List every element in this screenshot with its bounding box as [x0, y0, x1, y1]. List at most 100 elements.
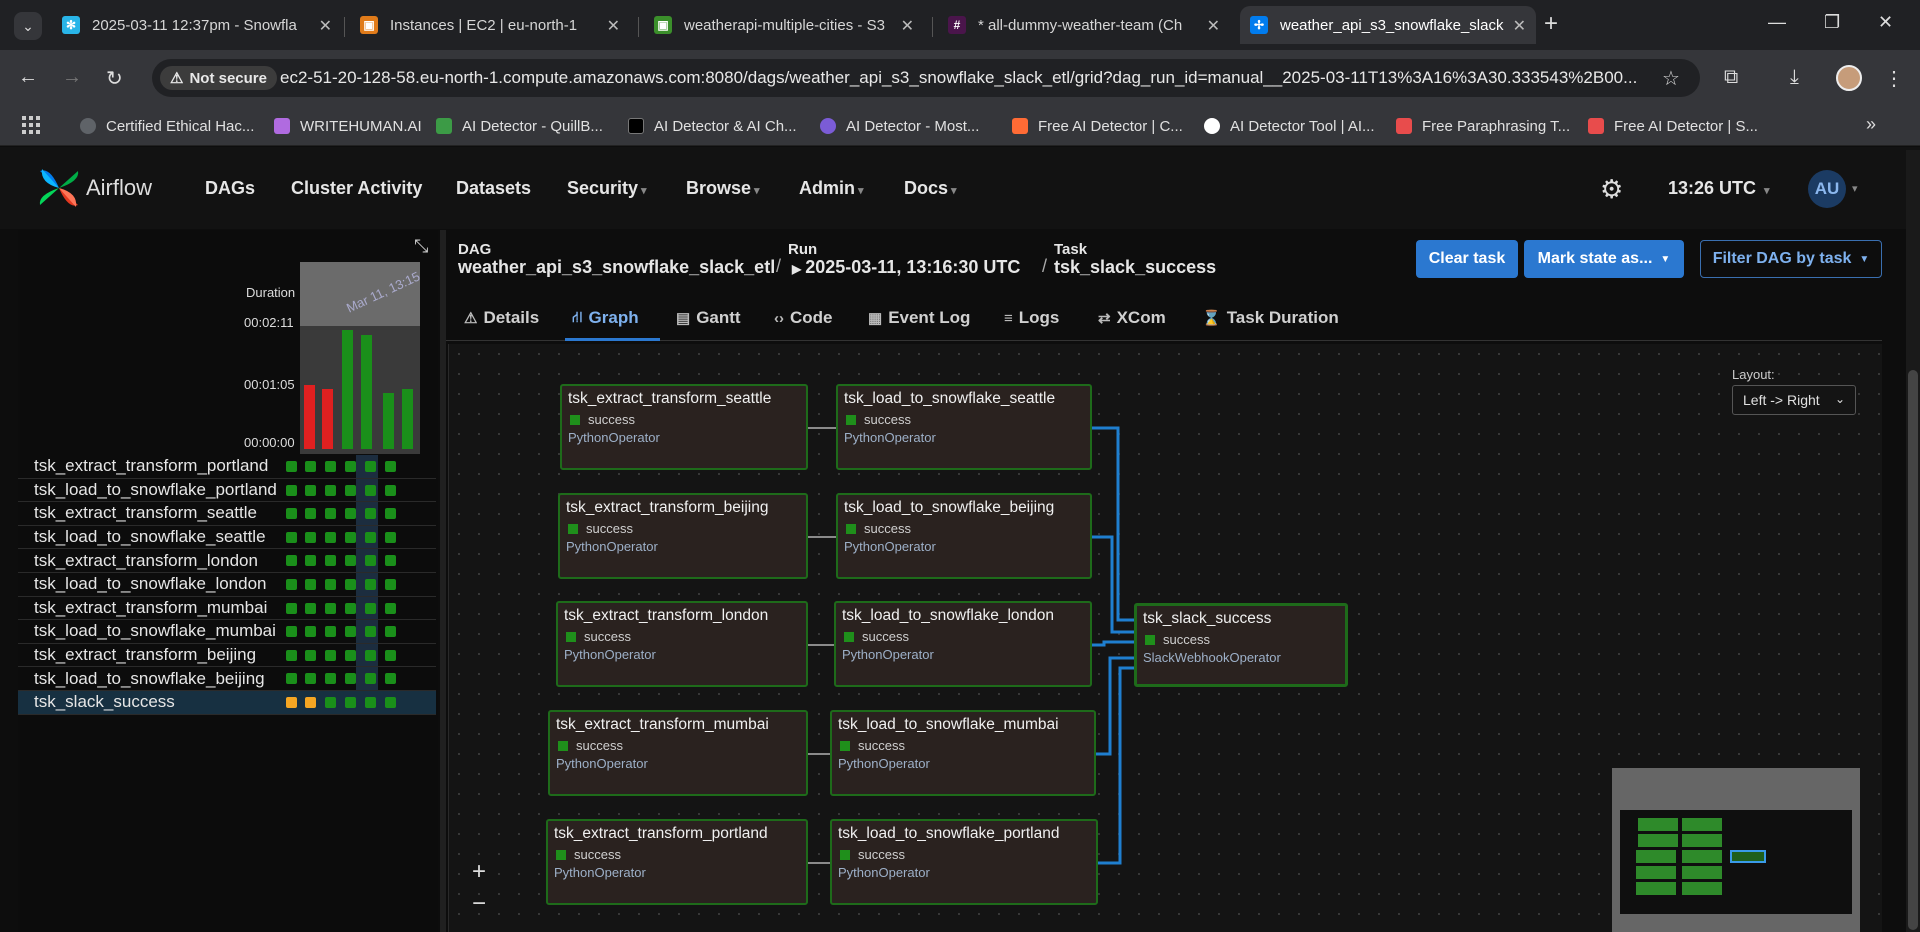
graph-node[interactable]: tsk_load_to_snowflake_mumbai success Pytho… — [830, 710, 1096, 796]
gear-icon[interactable]: ⚙ — [1600, 174, 1623, 205]
browser-menu-icon[interactable]: ⋮ — [1884, 66, 1904, 91]
task-instance-square[interactable] — [286, 484, 297, 496]
task-instance-square[interactable] — [365, 531, 376, 543]
task-instance-square[interactable] — [325, 696, 336, 708]
duration-bar[interactable] — [304, 385, 315, 449]
download-icon[interactable]: ⤓ — [1790, 66, 1799, 89]
bookmark-item[interactable]: AI Detector & AI Ch... — [628, 116, 797, 136]
task-link[interactable]: tsk_slack_success — [1054, 257, 1216, 278]
layout-select[interactable]: Left -> Right ⌄ — [1732, 385, 1856, 415]
browser-tab-airflow[interactable]: ✢ weather_api_s3_snowflake_slack ✕ — [1240, 6, 1536, 44]
task-instance-square[interactable] — [286, 649, 297, 661]
task-instance-square[interactable] — [385, 461, 396, 472]
more-bookmarks-icon[interactable]: » — [1866, 114, 1876, 135]
graph-node[interactable]: tsk_load_to_snowflake_portland success Pyt… — [830, 819, 1098, 905]
clear-task-button[interactable]: Clear task — [1416, 240, 1518, 278]
forward-icon[interactable]: → — [62, 66, 82, 89]
task-instance-square[interactable] — [365, 555, 376, 567]
task-instance-square[interactable] — [385, 531, 396, 543]
task-instance-square[interactable] — [325, 484, 336, 496]
browser-tab-snowflake[interactable]: ✻ 2025-03-11 12:37pm - Snowfla ✕ — [52, 6, 342, 44]
task-instance-square[interactable] — [385, 696, 396, 708]
duration-bar[interactable] — [322, 389, 333, 449]
task-instance-square[interactable] — [365, 508, 376, 520]
not-secure-badge[interactable]: ⚠ Not secure — [160, 66, 277, 90]
duration-bar[interactable] — [383, 393, 394, 449]
task-row[interactable]: tsk_load_to_snowflake_mumbai — [18, 620, 436, 644]
close-tab-icon[interactable]: ✕ — [607, 16, 620, 36]
task-instance-square[interactable] — [305, 484, 316, 496]
duration-bar[interactable] — [361, 335, 372, 449]
task-instance-square[interactable] — [325, 461, 336, 472]
task-instance-square[interactable] — [305, 578, 316, 590]
timezone-clock[interactable]: 13:26 UTC ▾ — [1668, 178, 1770, 199]
task-instance-square[interactable] — [305, 649, 316, 661]
task-instance-square[interactable] — [365, 696, 376, 708]
task-instance-square[interactable] — [286, 602, 297, 614]
bookmark-item[interactable]: Free AI Detector | S... — [1588, 116, 1758, 136]
graph-node[interactable]: tsk_load_to_snowflake_beijing success Pyth… — [836, 493, 1092, 579]
task-instance-square[interactable] — [365, 461, 376, 472]
task-row[interactable]: tsk_load_to_snowflake_beijing — [18, 667, 436, 691]
tab-search-icon[interactable]: ⌄ — [14, 12, 42, 40]
task-instance-square[interactable] — [345, 626, 356, 638]
task-instance-square[interactable] — [325, 578, 336, 590]
bookmark-item[interactable]: WRITEHUMAN.AI — [274, 116, 422, 136]
task-instance-square[interactable] — [325, 531, 336, 543]
task-instance-square[interactable] — [365, 649, 376, 661]
filter-dag-button[interactable]: Filter DAG by task ▼ — [1700, 240, 1882, 278]
task-instance-square[interactable] — [385, 649, 396, 661]
tab-event-log[interactable]: ▦ Event Log — [868, 308, 970, 328]
nav-security[interactable]: Security ▾ — [567, 178, 647, 199]
task-row[interactable]: tsk_load_to_snowflake_portland — [18, 479, 436, 503]
close-tab-icon[interactable]: ✕ — [319, 16, 332, 36]
task-row[interactable]: tsk_extract_transform_seattle — [18, 502, 436, 526]
task-instance-square[interactable] — [345, 649, 356, 661]
task-instance-square[interactable] — [345, 578, 356, 590]
scrollbar-thumb[interactable] — [1908, 370, 1918, 930]
close-window-icon[interactable]: ✕ — [1878, 12, 1893, 33]
task-instance-square[interactable] — [385, 508, 396, 520]
bookmark-item[interactable]: AI Detector - Most... — [820, 116, 979, 136]
task-instance-square[interactable] — [286, 555, 297, 567]
task-instance-square[interactable] — [325, 673, 336, 685]
task-instance-square[interactable] — [345, 555, 356, 567]
close-tab-icon[interactable]: ✕ — [901, 16, 914, 36]
reload-icon[interactable]: ↻ — [106, 66, 123, 91]
graph-node[interactable]: tsk_extract_transform_seattle success Pyth… — [560, 384, 808, 470]
zoom-out-button[interactable]: − — [472, 890, 486, 918]
browser-tab-ec2[interactable]: ▣ Instances | EC2 | eu-north-1 ✕ — [350, 6, 630, 44]
task-instance-square[interactable] — [345, 531, 356, 543]
task-instance-square[interactable] — [286, 531, 297, 543]
task-instance-square[interactable] — [286, 461, 297, 472]
user-avatar[interactable]: AU — [1808, 170, 1846, 208]
url-text[interactable]: ec2-51-20-128-58.eu-north-1.compute.amaz… — [280, 68, 1650, 88]
graph-node[interactable]: tsk_load_to_snowflake_london success Pytho… — [834, 601, 1092, 687]
task-instance-square[interactable] — [345, 508, 356, 520]
nav-browse[interactable]: Browse ▾ — [686, 178, 760, 199]
task-instance-square[interactable] — [365, 626, 376, 638]
task-instance-square[interactable] — [305, 531, 316, 543]
airflow-logo-icon[interactable] — [36, 165, 82, 211]
tab-graph[interactable]: ⛙ Graph — [572, 308, 639, 328]
tab-logs[interactable]: ≡ Logs — [1004, 308, 1059, 328]
nav-datasets[interactable]: Datasets — [456, 178, 531, 199]
close-tab-icon[interactable]: ✕ — [1513, 16, 1526, 36]
browser-tab-s3[interactable]: ▣ weatherapi-multiple-cities - S3 ✕ — [644, 6, 924, 44]
task-instance-square[interactable] — [325, 602, 336, 614]
graph-node-selected[interactable]: tsk_slack_success success SlackWebhookOper… — [1134, 603, 1348, 687]
task-instance-square[interactable] — [325, 555, 336, 567]
task-instance-square[interactable] — [385, 484, 396, 496]
dag-id-link[interactable]: weather_api_s3_snowflake_slack_etl — [458, 257, 775, 278]
task-row[interactable]: tsk_load_to_snowflake_seattle — [18, 526, 436, 550]
task-instance-square[interactable] — [345, 673, 356, 685]
run-link[interactable]: ▶ 2025-03-11, 13:16:30 UTC — [792, 257, 1020, 278]
tab-code[interactable]: ‹› Code — [774, 308, 833, 328]
task-row[interactable]: tsk_extract_transform_london — [18, 549, 436, 573]
task-instance-square[interactable] — [385, 673, 396, 685]
zoom-in-button[interactable]: + — [472, 858, 486, 886]
task-row[interactable]: tsk_extract_transform_beijing — [18, 644, 436, 668]
graph-node[interactable]: tsk_extract_transform_portland success Pyt… — [546, 819, 808, 905]
graph-node[interactable]: tsk_extract_transform_london success Pytho… — [556, 601, 808, 687]
collapse-panel-icon[interactable]: ⤡ — [414, 236, 428, 257]
